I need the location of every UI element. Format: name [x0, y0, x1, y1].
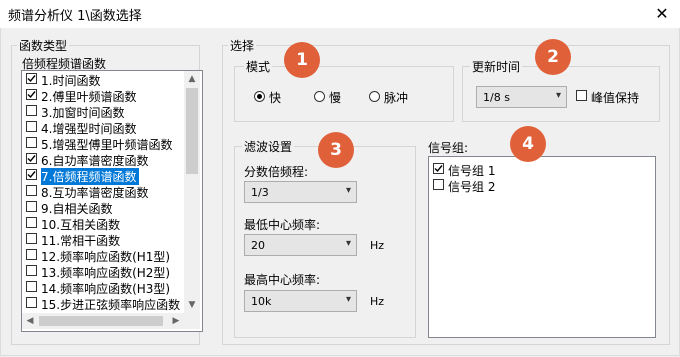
- function-checkbox[interactable]: [26, 281, 37, 292]
- update-time-label: 更新时间: [470, 58, 523, 75]
- function-list-item[interactable]: 6.自功率谱密度函数: [24, 151, 184, 168]
- filter-group-label: 滤波设置: [242, 138, 295, 155]
- function-checkbox[interactable]: [26, 201, 37, 212]
- min-freq-value: 20: [251, 239, 265, 252]
- max-freq-value: 10k: [251, 295, 272, 308]
- peak-hold-label: 峰值保持: [591, 91, 640, 105]
- octave-label: 分数倍频程:: [244, 165, 309, 179]
- peak-hold-box[interactable]: [576, 90, 587, 101]
- scroll-right-icon[interactable]: ▶: [168, 313, 184, 329]
- min-freq-label: 最低中心频率:: [244, 218, 321, 232]
- mode-radio[interactable]: [254, 91, 265, 102]
- min-freq-unit: Hz: [370, 239, 385, 252]
- function-type-group-label: 函数类型: [17, 37, 70, 54]
- function-list-hscrollbar[interactable]: ◀ ▶: [22, 313, 184, 329]
- function-checkbox[interactable]: [26, 169, 37, 180]
- update-time-value: 1/8 s: [483, 91, 510, 104]
- function-list-item[interactable]: 8.互功率谱密度函数: [24, 183, 184, 200]
- function-list-item[interactable]: 5.增强型傅里叶频谱函数: [24, 135, 184, 152]
- chevron-down-icon: ▾: [345, 238, 351, 249]
- mode-radio[interactable]: [314, 91, 325, 102]
- function-checkbox[interactable]: [26, 217, 37, 228]
- mode-radio[interactable]: [369, 91, 380, 102]
- function-list-item[interactable]: 2.傅里叶频谱函数: [24, 87, 184, 104]
- function-list-vscrollbar[interactable]: ▲ ▼: [184, 71, 200, 313]
- function-list-item[interactable]: 1.时间函数: [24, 71, 184, 88]
- function-list-item[interactable]: 4.增强型时间函数: [24, 119, 184, 136]
- function-list-item[interactable]: 12.频率响应函数(H1型): [24, 247, 184, 264]
- chevron-down-icon: ▾: [345, 185, 351, 196]
- max-freq-label: 最高中心频率:: [244, 273, 321, 287]
- function-list-item[interactable]: 14.频率响应函数(H3型): [24, 279, 184, 296]
- chevron-down-icon: ▾: [555, 90, 561, 101]
- signal-group-list[interactable]: 信号组 1 信号组 2: [428, 156, 656, 338]
- min-freq-select[interactable]: 20 ▾: [244, 234, 357, 256]
- scroll-up-icon[interactable]: ▲: [184, 71, 200, 87]
- mode-group-label: 模式: [244, 58, 273, 75]
- function-list-item[interactable]: 10.互相关函数: [24, 215, 184, 232]
- signal-group-item[interactable]: 信号组 2: [431, 177, 591, 194]
- mode-radio-label: 脉冲: [384, 91, 409, 105]
- function-list-item[interactable]: 9.自相关函数: [24, 199, 184, 216]
- mode-radio-label: 快: [269, 91, 282, 105]
- callout-badge-4: 4: [510, 126, 546, 162]
- function-list-item[interactable]: 11.常相干函数: [24, 231, 184, 248]
- callout-badge-1: 1: [284, 42, 320, 78]
- function-checkbox[interactable]: [26, 137, 37, 148]
- function-checkbox[interactable]: [26, 153, 37, 164]
- octave-value: 1/3: [251, 186, 269, 199]
- function-list-item[interactable]: 13.频率响应函数(H2型): [24, 263, 184, 280]
- scroll-thumb[interactable]: [186, 88, 198, 174]
- scroll-left-icon[interactable]: ◀: [22, 313, 38, 329]
- signal-group-label: 信号组:: [428, 141, 469, 155]
- function-item-label: 15.步进正弦频率响应函数: [41, 298, 181, 312]
- callout-badge-3: 3: [318, 132, 354, 168]
- function-checkbox[interactable]: [26, 233, 37, 244]
- hscroll-thumb[interactable]: [39, 316, 163, 326]
- function-checkbox[interactable]: [26, 249, 37, 260]
- octave-select[interactable]: 1/3 ▾: [244, 181, 357, 203]
- signal-item-label: 信号组 2: [448, 180, 496, 194]
- close-icon[interactable]: ✕: [650, 2, 674, 26]
- signal-group-item[interactable]: 信号组 1: [431, 161, 591, 178]
- max-freq-unit: Hz: [370, 295, 385, 308]
- function-checkbox[interactable]: [26, 89, 37, 100]
- function-list[interactable]: 1.时间函数 2.傅里叶频谱函数 3.加窗时间函数 4.增强型时间函数 5.增强型傅里叶…: [21, 70, 203, 332]
- chevron-down-icon: ▾: [345, 294, 351, 305]
- function-checkbox[interactable]: [26, 73, 37, 84]
- function-list-item[interactable]: 7.倍频程频谱函数: [24, 167, 184, 185]
- function-list-item[interactable]: 15.步进正弦频率响应函数: [24, 295, 184, 312]
- function-checkbox[interactable]: [26, 121, 37, 132]
- function-checkbox[interactable]: [26, 105, 37, 116]
- function-checkbox[interactable]: [26, 185, 37, 196]
- update-time-select[interactable]: 1/8 s ▾: [476, 86, 567, 108]
- callout-badge-2: 2: [535, 39, 571, 75]
- window-title: 频谱分析仪 1\函数选择: [8, 9, 142, 24]
- function-checkbox[interactable]: [26, 297, 37, 308]
- function-checkbox[interactable]: [26, 265, 37, 276]
- scroll-down-icon[interactable]: ▼: [184, 297, 200, 313]
- signal-checkbox[interactable]: [433, 163, 444, 174]
- max-freq-select[interactable]: 10k ▾: [244, 290, 357, 312]
- mode-radio-label: 慢: [329, 91, 342, 105]
- signal-checkbox[interactable]: [433, 179, 444, 190]
- scroll-corner: [184, 313, 200, 329]
- peak-hold-checkbox[interactable]: [576, 90, 589, 103]
- function-list-item[interactable]: 3.加窗时间函数: [24, 103, 184, 120]
- select-group-label: 选择: [228, 37, 257, 54]
